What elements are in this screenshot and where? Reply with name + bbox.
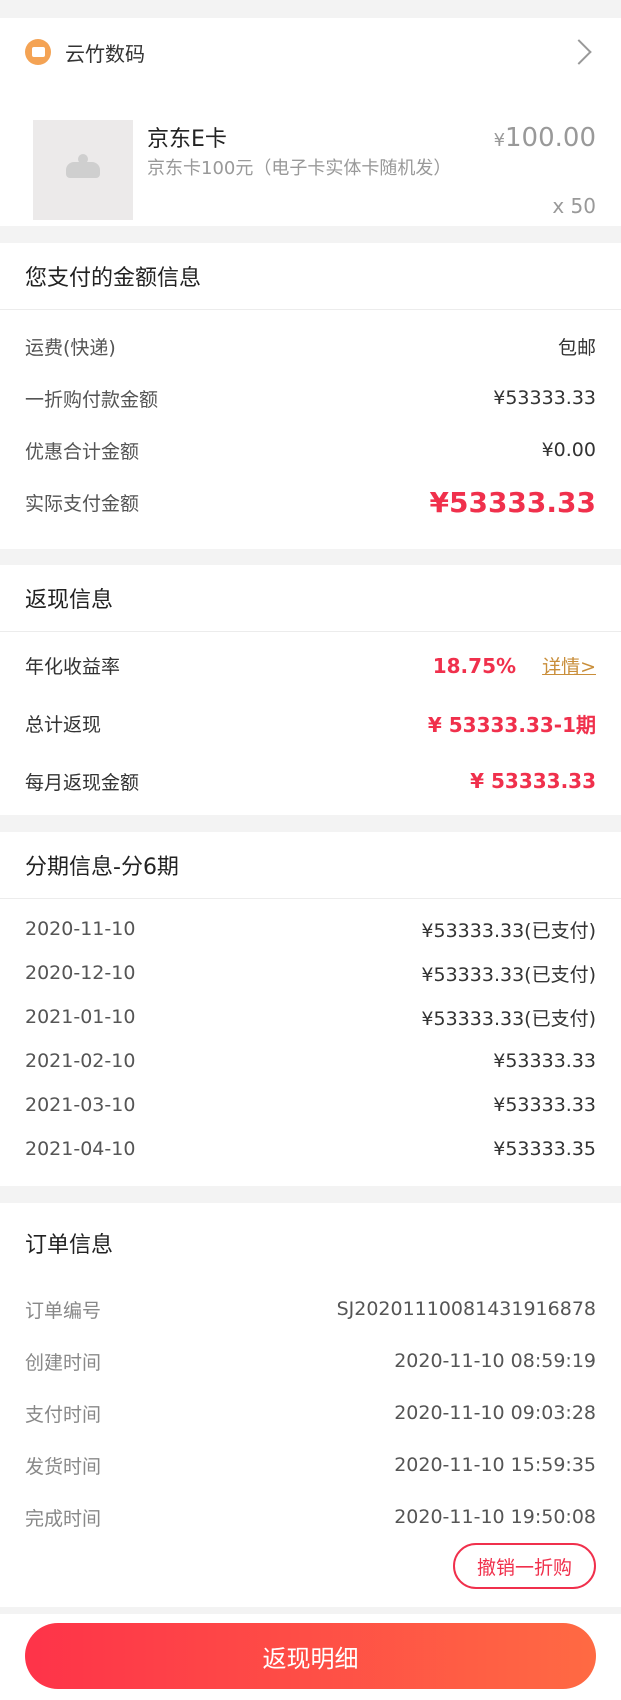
store-icon xyxy=(25,39,51,65)
installment-amount: ¥53333.33 xyxy=(493,1094,596,1116)
row-value: ¥0.00 xyxy=(541,439,596,461)
row-label: 优惠合计金额 xyxy=(25,440,140,463)
payment-info-title: 您支付的金额信息 xyxy=(0,243,621,310)
paid-time-row: 支付时间 2020-11-10 09:03:28 xyxy=(0,1387,621,1439)
row-label: 一折购付款金额 xyxy=(25,388,159,411)
row-label: 完成时间 xyxy=(25,1507,102,1530)
installment-info-title: 分期信息-分6期 xyxy=(0,832,621,899)
installment-amount: ¥53333.33 xyxy=(493,1050,596,1072)
order-detail-page: 云竹数码 京东E卡 京东卡100元（电子卡实体卡随机发） ¥100.00 x 5… xyxy=(0,0,621,1700)
price-value: 100.00 xyxy=(505,123,596,153)
row-value: 2020-11-10 09:03:28 xyxy=(394,1402,596,1424)
cashback-info-card: 返现信息 年化收益率 18.75% 详情> 总计返现 ¥ 53333.33-1期… xyxy=(0,565,621,815)
installment-date: 2021-01-10 xyxy=(25,1006,136,1028)
details-link[interactable]: 详情> xyxy=(542,656,596,678)
shop-name: 云竹数码 xyxy=(65,41,145,66)
installment-date: 2020-11-10 xyxy=(25,918,136,940)
product-name: 京东E卡 xyxy=(147,127,227,152)
product-image xyxy=(33,120,133,220)
total-label: 总计返现 xyxy=(25,713,102,736)
shipping-row: 运费(快递) 包邮 xyxy=(0,320,621,372)
paid-amount-row: 一折购付款金额 ¥53333.33 xyxy=(0,372,621,424)
row-label: 支付时间 xyxy=(25,1403,102,1426)
product-quantity: x 50 xyxy=(552,194,596,218)
row-label: 实际支付金额 xyxy=(25,492,140,515)
installment-amount: ¥53333.33(已支付) xyxy=(421,1007,596,1030)
actual-paid-value: ¥53333.33 xyxy=(429,485,597,519)
row-label: 订单编号 xyxy=(25,1299,102,1322)
order-number-row: 订单编号 SJ20201110081431916878 xyxy=(0,1283,621,1335)
monthly-value: ¥ 53333.33 xyxy=(470,769,596,793)
installment-row: 2020-11-10 ¥53333.33(已支付) xyxy=(0,907,621,951)
currency-symbol: ¥ xyxy=(493,130,506,151)
installment-date: 2021-03-10 xyxy=(25,1094,136,1116)
payment-info-card: 您支付的金额信息 运费(快递) 包邮 一折购付款金额 ¥53333.33 优惠合… xyxy=(0,243,621,549)
monthly-cashback-row: 每月返现金额 ¥ 53333.33 xyxy=(0,752,621,810)
discount-row: 优惠合计金额 ¥0.00 xyxy=(0,424,621,476)
total-cashback-row: 总计返现 ¥ 53333.33-1期 xyxy=(0,694,621,752)
installment-row: 2020-12-10 ¥53333.33(已支付) xyxy=(0,951,621,995)
row-label: 发货时间 xyxy=(25,1455,102,1478)
installment-row: 2021-03-10 ¥53333.33 xyxy=(0,1083,621,1127)
cashback-info-title: 返现信息 xyxy=(0,565,621,632)
rate-label: 年化收益率 xyxy=(25,655,121,678)
created-time-row: 创建时间 2020-11-10 08:59:19 xyxy=(0,1335,621,1387)
row-value: 2020-11-10 19:50:08 xyxy=(394,1506,596,1528)
row-label: 运费(快递) xyxy=(25,336,116,359)
installment-row: 2021-01-10 ¥53333.33(已支付) xyxy=(0,995,621,1039)
row-value: 包邮 xyxy=(557,336,596,359)
installment-info-card: 分期信息-分6期 2020-11-10 ¥53333.33(已支付) 2020-… xyxy=(0,832,621,1186)
product-price: ¥100.00 xyxy=(494,123,596,153)
installment-row: 2021-02-10 ¥53333.33 xyxy=(0,1039,621,1083)
installment-row: 2021-04-10 ¥53333.35 xyxy=(0,1127,621,1171)
installment-amount: ¥53333.35 xyxy=(493,1138,596,1160)
product-description: 京东卡100元（电子卡实体卡随机发） xyxy=(147,158,452,179)
row-label: 创建时间 xyxy=(25,1351,102,1374)
product-item[interactable]: 京东E卡 京东卡100元（电子卡实体卡随机发） ¥100.00 x 50 xyxy=(0,86,621,220)
row-value: 2020-11-10 08:59:19 xyxy=(394,1350,596,1372)
shipped-time-row: 发货时间 2020-11-10 15:59:35 xyxy=(0,1439,621,1491)
row-value: 2020-11-10 15:59:35 xyxy=(394,1454,596,1476)
order-info-title: 订单信息 xyxy=(25,1233,114,1258)
monthly-label: 每月返现金额 xyxy=(25,771,140,794)
annual-rate-row: 年化收益率 18.75% 详情> xyxy=(0,636,621,694)
row-value: ¥53333.33 xyxy=(493,387,596,409)
cancel-purchase-button[interactable]: 撤销一折购 xyxy=(453,1543,596,1589)
cashback-details-button[interactable]: 返现明细 xyxy=(25,1623,596,1689)
actual-paid-row: 实际支付金额 ¥53333.33 xyxy=(0,476,621,528)
installment-amount: ¥53333.33(已支付) xyxy=(421,963,596,986)
chevron-right-icon[interactable] xyxy=(566,39,592,65)
bottom-action-bar: 返现明细 xyxy=(0,1614,621,1700)
shop-header[interactable]: 云竹数码 xyxy=(0,18,621,86)
placeholder-logo-icon xyxy=(66,154,100,178)
shop-card: 云竹数码 京东E卡 京东卡100元（电子卡实体卡随机发） ¥100.00 x 5… xyxy=(0,18,621,226)
completed-time-row: 完成时间 2020-11-10 19:50:08 xyxy=(0,1491,621,1543)
order-info-card: 订单信息 订单编号 SJ20201110081431916878 创建时间 20… xyxy=(0,1203,621,1607)
installment-date: 2021-02-10 xyxy=(25,1050,136,1072)
installment-amount: ¥53333.33(已支付) xyxy=(421,919,596,942)
order-number: SJ20201110081431916878 xyxy=(336,1298,596,1320)
installment-date: 2021-04-10 xyxy=(25,1138,136,1160)
total-value: ¥ 53333.33-1期 xyxy=(427,712,596,737)
rate-value: 18.75% xyxy=(432,653,517,678)
installment-date: 2020-12-10 xyxy=(25,962,136,984)
